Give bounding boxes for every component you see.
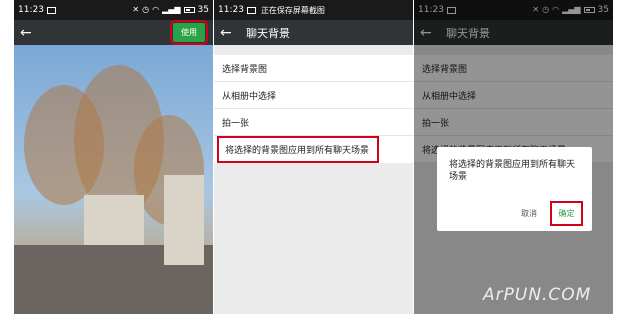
- confirm-dialog-screen: 11:23 ✕ ◷ ◠ ▂▄▆ 35 ← 聊天背景 选择背景图 从相册中选择 拍…: [414, 0, 613, 314]
- cancel-button[interactable]: 取消: [521, 208, 537, 219]
- site-watermark: ArPUN.COM: [483, 285, 592, 305]
- menu-item-take-photo[interactable]: 拍一张: [214, 109, 413, 136]
- battery-icon: [183, 7, 195, 13]
- alarm-icon: ◷: [142, 5, 150, 14]
- page-title: 聊天背景: [246, 26, 290, 40]
- status-time: 11:23: [18, 5, 44, 15]
- chat-background-screen: 11:23 正在保存屏幕截图 ← 聊天背景 选择背景图 从相册中选择 拍一张 将…: [214, 0, 413, 314]
- confirm-dialog: 将选择的背景图应用到所有聊天场景 取消 确定: [437, 147, 592, 231]
- wallpaper-preview-screen: 11:23 ✕ ◷ ◠ ▂▄▆ 35 ← 使用: [14, 0, 213, 314]
- menu-item-choose-background[interactable]: 选择背景图: [214, 55, 413, 82]
- signal-icon: ▂▄▆: [162, 5, 181, 14]
- mute-icon: ✕: [132, 5, 140, 14]
- use-button[interactable]: 使用: [170, 20, 208, 45]
- battery-level: 35: [197, 5, 209, 15]
- status-bar: 11:23 ✕ ◷ ◠ ▂▄▆ 35: [14, 0, 213, 20]
- wifi-icon: ◠: [152, 5, 160, 14]
- wallpaper-photo: [14, 45, 213, 314]
- menu-item-from-album[interactable]: 从相册中选择: [214, 82, 413, 109]
- back-arrow-icon[interactable]: ←: [220, 26, 238, 40]
- status-time: 11:23: [218, 5, 244, 15]
- menu-item-apply-all-chats[interactable]: 将选择的背景图应用到所有聊天场景: [217, 136, 379, 163]
- image-notification-icon: [246, 6, 256, 14]
- image-notification-icon: [46, 6, 56, 14]
- status-bar: 11:23 正在保存屏幕截图: [214, 0, 413, 20]
- back-arrow-icon[interactable]: ←: [20, 26, 38, 40]
- status-note: 正在保存屏幕截图: [260, 5, 325, 15]
- top-toolbar: ← 使用: [14, 20, 213, 45]
- menu-list: 选择背景图 从相册中选择 拍一张 将选择的背景图应用到所有聊天场景: [214, 55, 413, 163]
- confirm-button[interactable]: 确定: [550, 201, 583, 226]
- dialog-message: 将选择的背景图应用到所有聊天场景: [449, 160, 576, 182]
- top-toolbar: ← 聊天背景: [214, 20, 413, 45]
